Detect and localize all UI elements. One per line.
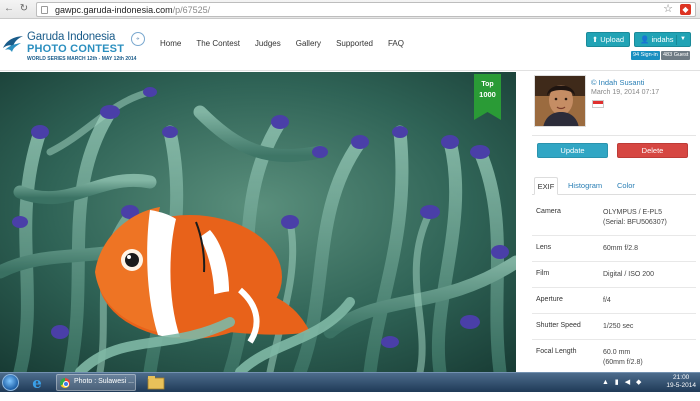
garuda-bird-icon — [3, 36, 23, 52]
browser-toolbar: ← ↻ gawpc.garuda-indonesia.com/p/67525/ … — [0, 0, 700, 19]
user-menu-button[interactable]: 👤 indahs ▼ — [634, 32, 691, 47]
clock-time: 21:00 — [673, 374, 690, 381]
exif-key: Focal Length — [536, 348, 577, 355]
avatar[interactable] — [534, 75, 586, 127]
chevron-down-icon[interactable]: ▼ — [680, 33, 686, 46]
chrome-icon — [60, 378, 70, 388]
taskbar-task-label: Photo : Sulawesi ... — [74, 378, 134, 385]
exif-value: 60.0 mm — [603, 349, 631, 356]
exif-key: Lens — [536, 244, 552, 251]
upload-button[interactable]: ⬆ Upload — [586, 32, 630, 47]
exif-row-aperture: Aperture f/4 — [532, 287, 696, 313]
nav-gallery[interactable]: Gallery — [296, 39, 321, 48]
exif-table: Camera OLYMPUS / E-PL5 (Serial: BFU506307… — [532, 200, 696, 401]
volume-icon[interactable]: ◀ — [625, 379, 632, 386]
file-explorer-icon[interactable] — [145, 374, 167, 391]
exif-value: (60mm f/2.8) — [603, 359, 643, 366]
language-icon[interactable]: ◆ — [636, 379, 643, 386]
exif-key: Aperture — [536, 296, 563, 303]
taskbar-chrome-task[interactable]: Photo : Sulawesi ... — [56, 374, 136, 391]
contest-photo[interactable] — [0, 72, 516, 372]
upload-icon: ⬆ — [591, 35, 599, 44]
site-header: Garuda Indonesia PHOTO CONTEST WORLD SER… — [0, 19, 700, 71]
reload-icon[interactable]: ↻ — [18, 3, 30, 15]
system-clock[interactable]: 21:00 19-5-2014 — [666, 374, 696, 390]
exif-key: Camera — [536, 208, 561, 215]
guest-count-badge: 483 Guest — [661, 51, 691, 60]
update-button[interactable]: Update — [537, 143, 608, 158]
bookmark-star-icon[interactable]: ☆ — [663, 3, 673, 16]
nav-judges[interactable]: Judges — [255, 39, 281, 48]
tab-histogram[interactable]: Histogram — [568, 177, 602, 195]
user-icon: 👤 — [640, 35, 650, 44]
exif-row-lens: Lens 60mm f/2.8 — [532, 235, 696, 261]
logo-subtitle: PHOTO CONTEST — [27, 43, 125, 55]
logo-title: Garuda Indonesia — [27, 31, 116, 43]
top-1000-ribbon: Top 1000 — [474, 74, 501, 120]
address-bar[interactable]: gawpc.garuda-indonesia.com/p/67525/ ☆ ◆ — [36, 2, 696, 17]
tab-exif[interactable]: EXIF — [534, 177, 558, 195]
page-icon — [41, 6, 48, 14]
ribbon-top-label: Top — [481, 81, 493, 88]
exif-row-focal-length: Focal Length 60.0 mm (60mm f/2.8) — [532, 339, 696, 375]
nav-the-contest[interactable]: The Contest — [196, 39, 240, 48]
system-tray[interactable]: ▲ ▮ ◀ ◆ — [602, 378, 643, 386]
signin-count-badge: 94 Sign-in — [631, 51, 660, 60]
network-icon[interactable]: ▮ — [615, 379, 621, 386]
button-divider — [676, 35, 677, 45]
url-text: gawpc.garuda-indonesia.com/p/67525/ — [55, 5, 210, 15]
exif-value: f/4 — [603, 297, 611, 304]
ribbon-count-label: 1000 — [479, 90, 496, 99]
tab-color[interactable]: Color — [617, 177, 635, 195]
start-button[interactable] — [2, 374, 19, 391]
main-nav: Home The Contest Judges Gallery Supporte… — [160, 39, 404, 48]
exif-value: OLYMPUS / E-PL5 — [603, 209, 663, 216]
svg-text:e: e — [32, 374, 42, 391]
exif-value: 1/250 sec — [603, 323, 634, 330]
internet-explorer-icon[interactable]: e — [26, 374, 48, 391]
exif-value: 60mm f/2.8 — [603, 245, 639, 252]
exif-row-film: Film Digital / ISO 200 — [532, 261, 696, 287]
url-host: gawpc.garuda-indonesia.com — [55, 5, 173, 15]
photo-details-panel: © Indah Susanti March 19, 2014 07:17 Upd… — [529, 72, 700, 392]
nav-home[interactable]: Home — [160, 39, 181, 48]
exif-key: Shutter Speed — [536, 322, 581, 329]
clock-date: 19-5-2014 — [666, 382, 696, 389]
delete-button[interactable]: Delete — [617, 143, 688, 158]
windows-taskbar: e Photo : Sulawesi ... ▲ ▮ ◀ ◆ 21:00 19-… — [0, 372, 700, 392]
url-path: /p/67525/ — [172, 5, 211, 15]
extension-icon[interactable]: ◆ — [680, 4, 691, 15]
nav-faq[interactable]: FAQ — [388, 39, 404, 48]
exif-row-camera: Camera OLYMPUS / E-PL5 (Serial: BFU506307… — [532, 200, 696, 235]
back-icon[interactable]: ← — [3, 3, 15, 15]
exif-value: (Serial: BFU506307) — [603, 219, 667, 226]
skyteam-logo-icon: ✈ — [131, 32, 145, 46]
site-logo[interactable]: Garuda Indonesia PHOTO CONTEST WORLD SER… — [0, 25, 150, 67]
indonesia-flag-icon — [592, 100, 604, 108]
divider — [532, 135, 696, 136]
logo-tagline: WORLD SERIES MARCH 12th - MAY 12th 2014 — [27, 56, 137, 62]
exif-key: Film — [536, 270, 550, 277]
nav-supported[interactable]: Supported — [336, 39, 373, 48]
photo-owner-link[interactable]: © Indah Susanti — [591, 78, 644, 87]
user-label: indahs — [651, 35, 674, 44]
exif-value: Digital / ISO 200 — [603, 271, 654, 278]
tray-arrow-icon[interactable]: ▲ — [602, 379, 611, 386]
upload-label: Upload — [600, 35, 625, 44]
upload-date: March 19, 2014 07:17 — [591, 89, 660, 96]
details-tabs: EXIF Histogram Color — [532, 175, 696, 195]
exif-row-shutter-speed: Shutter Speed 1/250 sec — [532, 313, 696, 339]
